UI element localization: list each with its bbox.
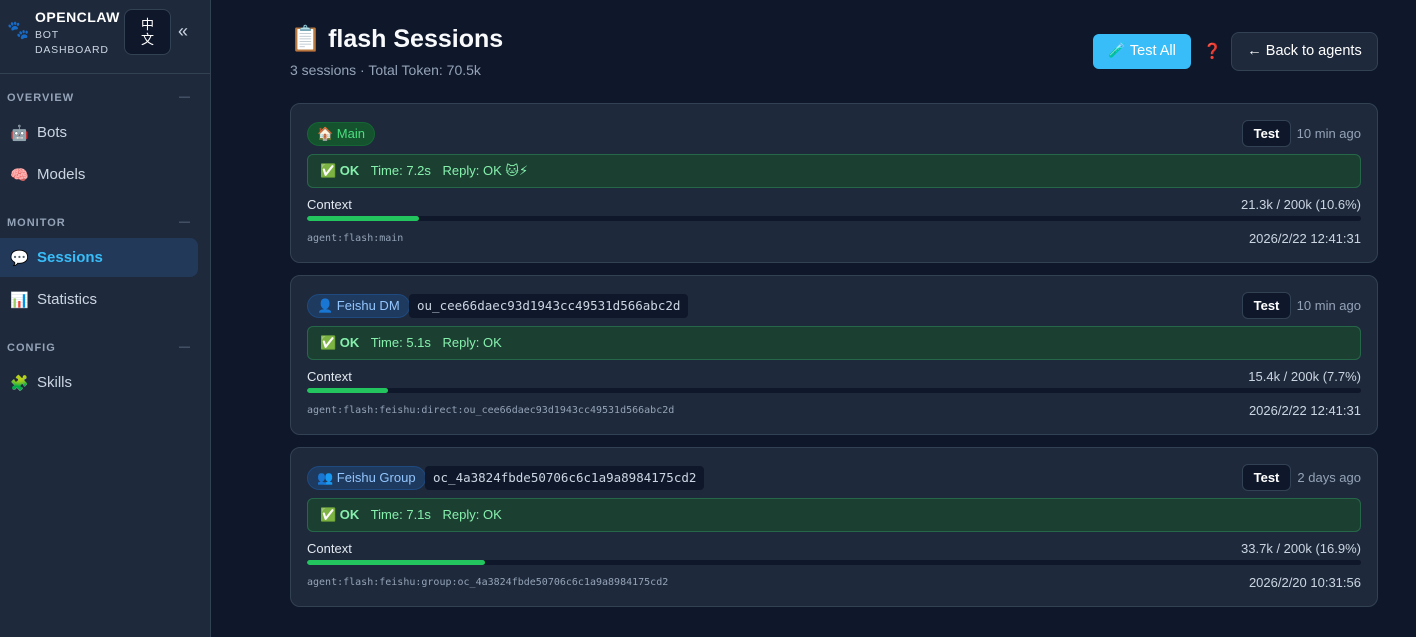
session-key: agent:flash:feishu:group:oc_4a3824fbde50… — [307, 577, 669, 588]
puzzle-icon: 🧩 — [10, 375, 29, 392]
sidebar-item-skills[interactable]: 🧩 Skills — [0, 363, 198, 402]
sidebar-item-label: Skills — [37, 374, 73, 391]
session-card: 👥 Feishu Group oc_4a3824fbde50706c6c1a9a… — [290, 447, 1378, 607]
sidebar-item-bots[interactable]: 🤖 Bots — [0, 113, 198, 152]
test-all-button[interactable]: 🧪 Test All — [1093, 34, 1191, 69]
collapse-section-icon[interactable]: — — [179, 341, 191, 353]
last-active-time: 10 min ago — [1296, 126, 1361, 141]
session-card: 👤 Feishu DM ou_cee66daec93d1943cc49531d5… — [290, 275, 1378, 435]
response-time: Time: 5.1s — [370, 335, 431, 350]
response-time: Time: 7.2s — [370, 163, 431, 178]
test-session-button[interactable]: Test — [1242, 120, 1291, 147]
section-label: CONFIG — [7, 342, 56, 354]
context-progress-bar — [307, 216, 1361, 221]
sidebar-item-sessions[interactable]: 💬 Sessions — [0, 238, 198, 277]
language-toggle-button[interactable]: 中文 — [124, 9, 171, 55]
session-card: 🏠 Main Test 10 min ago ✅ OK Time: 7.2s R… — [290, 103, 1378, 263]
section-monitor: MONITOR — — [7, 216, 191, 229]
section-overview: OVERVIEW — — [7, 91, 191, 104]
brand-subtitle: BOT DASHBOARD — [35, 29, 109, 56]
session-type-badge: 👤 Feishu DM — [307, 294, 410, 318]
reply-text: Reply: OK 🐱⚡ — [442, 163, 529, 178]
test-session-button[interactable]: Test — [1242, 464, 1291, 491]
session-timestamp: 2026/2/20 10:31:56 — [1248, 575, 1361, 590]
context-progress-fill — [307, 388, 389, 393]
session-id: oc_4a3824fbde50706c6c1a9a8984175cd2 — [425, 466, 705, 490]
context-progress-fill — [307, 560, 486, 565]
section-label: OVERVIEW — [7, 92, 75, 104]
context-label: Context — [307, 197, 352, 212]
session-key: agent:flash:feishu:direct:ou_cee66daec93… — [307, 405, 675, 416]
context-progress-bar — [307, 560, 1361, 565]
back-to-agents-button[interactable]: ← Back to agents — [1231, 32, 1378, 71]
brand-title: OPENCLAW — [35, 9, 120, 25]
test-session-button[interactable]: Test — [1242, 292, 1291, 319]
context-progress-fill — [307, 216, 419, 221]
context-progress-bar — [307, 388, 1361, 393]
reply-text: Reply: OK — [442, 335, 502, 350]
last-active-time: 2 days ago — [1297, 470, 1361, 485]
response-time: Time: 7.1s — [370, 507, 431, 522]
page-title: 📋 flash Sessions — [290, 25, 504, 53]
section-label: MONITOR — [7, 217, 66, 229]
paw-logo-icon: 🐾 — [7, 20, 30, 40]
session-timestamp: 2026/2/22 12:41:31 — [1248, 403, 1361, 418]
page-subtitle: 3 sessions · Total Token: 70.5k — [290, 62, 481, 78]
reply-text: Reply: OK — [442, 507, 502, 522]
status-ok: ✅ OK — [320, 507, 360, 522]
sidebar-item-label: Models — [37, 166, 86, 183]
help-icon[interactable]: ❓ — [1203, 42, 1222, 60]
test-result-banner: ✅ OK Time: 7.1s Reply: OK — [307, 498, 1361, 532]
sidebar-item-label: Bots — [37, 124, 68, 141]
last-active-time: 10 min ago — [1296, 298, 1361, 313]
bar-chart-icon: 📊 — [10, 292, 29, 309]
section-config: CONFIG — — [7, 341, 191, 354]
status-ok: ✅ OK — [320, 335, 360, 350]
context-label: Context — [307, 541, 352, 556]
speech-bubble-icon: 💬 — [10, 250, 29, 267]
session-timestamp: 2026/2/22 12:41:31 — [1248, 231, 1361, 246]
test-result-banner: ✅ OK Time: 5.1s Reply: OK — [307, 326, 1361, 360]
collapse-sidebar-icon[interactable]: « — [178, 21, 188, 42]
test-result-banner: ✅ OK Time: 7.2s Reply: OK 🐱⚡ — [307, 154, 1361, 188]
session-id: ou_cee66daec93d1943cc49531d566abc2d — [409, 294, 689, 318]
context-usage: 15.4k / 200k (7.7%) — [1248, 369, 1361, 384]
collapse-section-icon[interactable]: — — [179, 216, 191, 228]
context-label: Context — [307, 369, 352, 384]
sidebar-item-label: Statistics — [37, 291, 98, 308]
session-type-badge: 👥 Feishu Group — [307, 466, 426, 490]
session-type-badge: 🏠 Main — [307, 122, 375, 146]
sidebar: 🐾 OPENCLAW BOT DASHBOARD 中文 « OVERVIEW —… — [0, 0, 211, 637]
brain-icon: 🧠 — [10, 167, 29, 184]
collapse-section-icon[interactable]: — — [179, 91, 191, 103]
sidebar-item-statistics[interactable]: 📊 Statistics — [0, 280, 198, 319]
context-usage: 21.3k / 200k (10.6%) — [1241, 197, 1361, 212]
robot-icon: 🤖 — [10, 125, 29, 142]
sidebar-item-label: Sessions — [37, 249, 103, 266]
brand-header: 🐾 OPENCLAW BOT DASHBOARD 中文 « — [0, 0, 210, 74]
language-label: 中文 — [140, 18, 154, 48]
status-ok: ✅ OK — [320, 163, 360, 178]
context-usage: 33.7k / 200k (16.9%) — [1241, 541, 1361, 556]
session-key: agent:flash:main — [307, 233, 404, 244]
sidebar-item-models[interactable]: 🧠 Models — [0, 155, 198, 194]
